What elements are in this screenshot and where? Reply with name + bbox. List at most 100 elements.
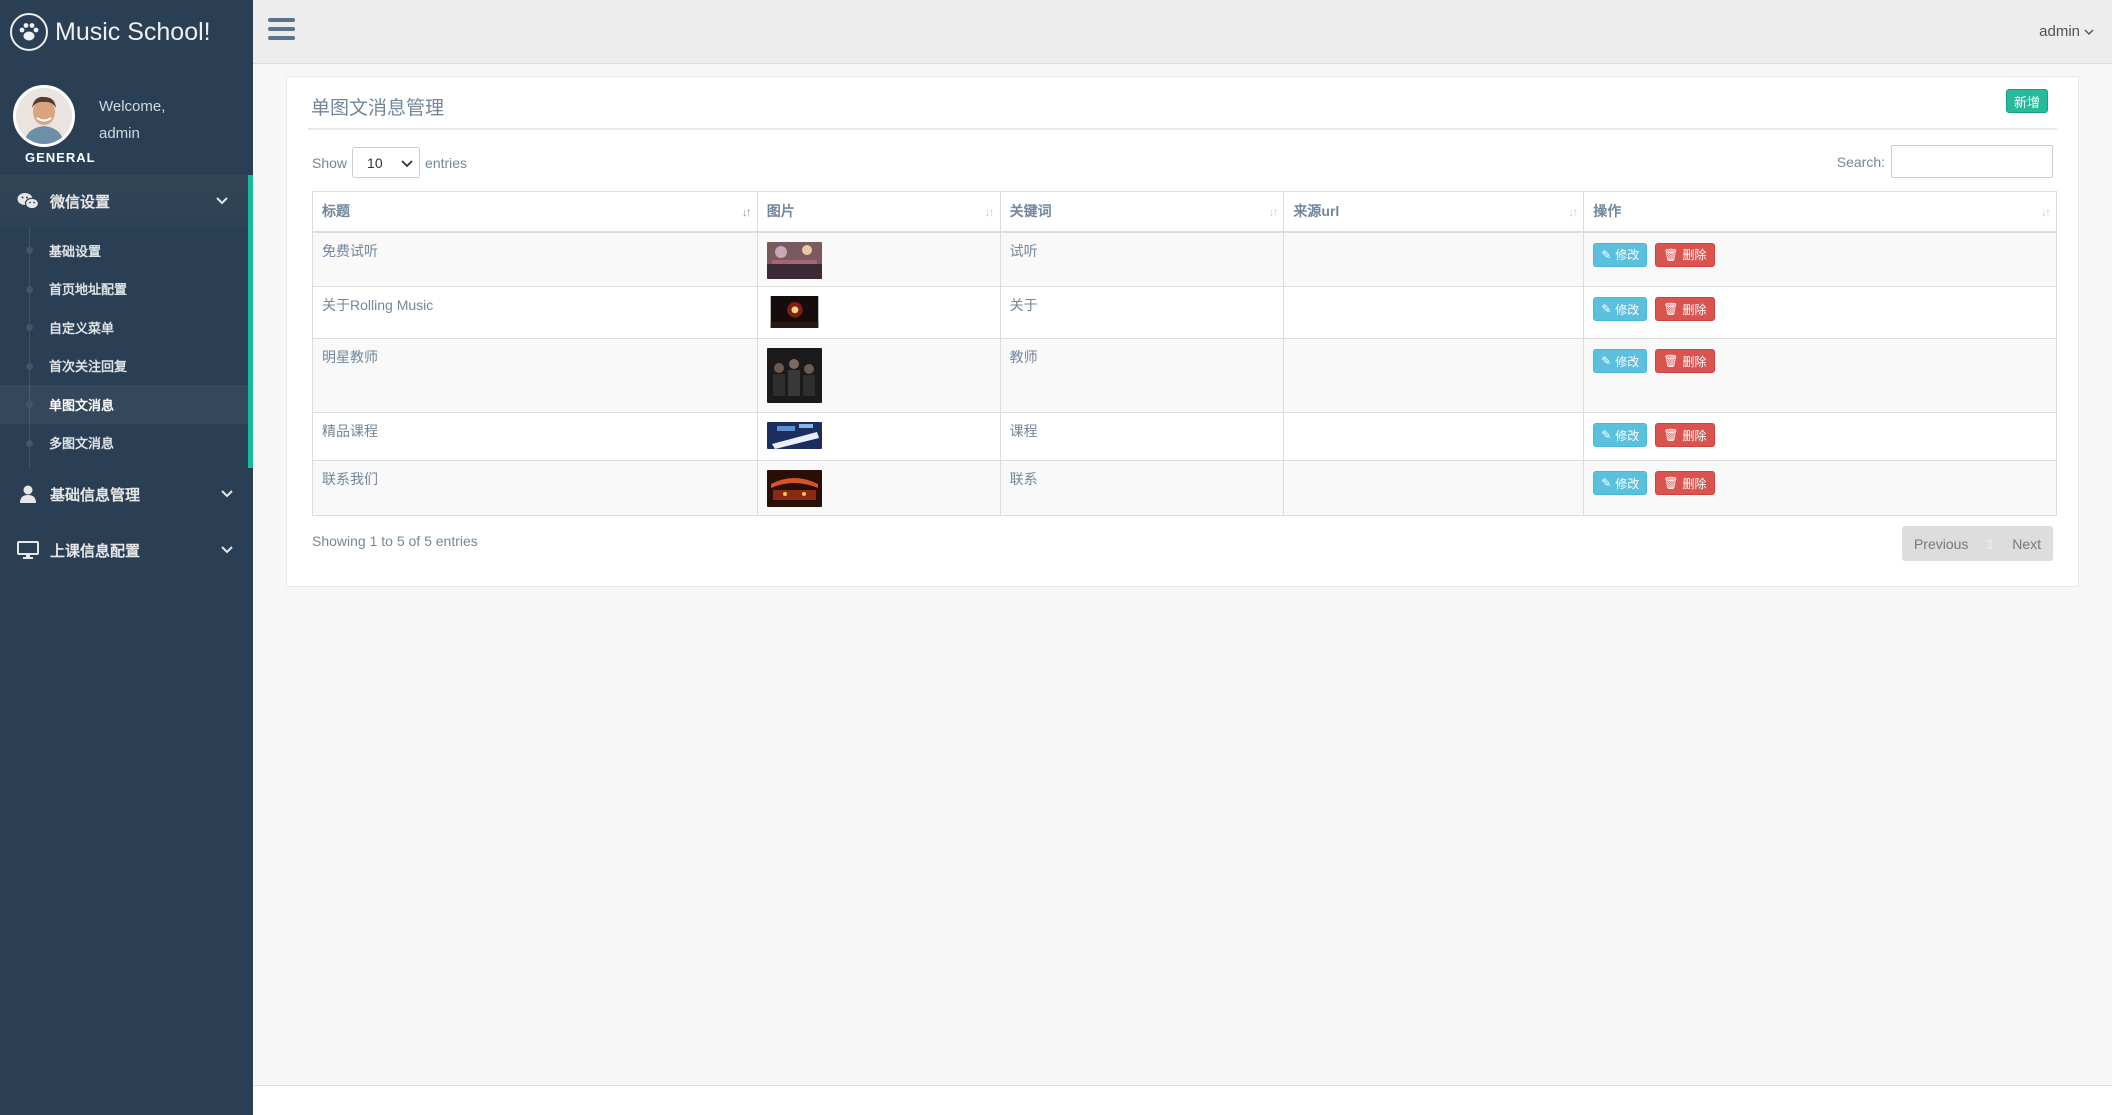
section-label: GENERAL xyxy=(25,150,96,165)
cell-image xyxy=(756,231,1001,287)
page-length-select[interactable]: 10 xyxy=(352,147,421,178)
search-input[interactable] xyxy=(1891,145,2053,178)
cell-url xyxy=(1283,231,1585,287)
chevron-down-icon xyxy=(221,486,233,503)
sort-icon: ↓↑ xyxy=(1268,205,1278,219)
trash-icon: 🗑 xyxy=(1663,476,1679,490)
sidebar-item-label: 首页地址配置 xyxy=(49,282,128,298)
sidebar-menu-label: 基础信息管理 xyxy=(50,486,141,504)
chevron-down-icon xyxy=(221,542,233,559)
cell-url xyxy=(1283,286,1585,339)
sidebar-menu: 微信设置 基础设置 首页地址配置 自定义菜单 首次关注回复 单图文消息 多图文消… xyxy=(0,175,253,576)
sidebar-item-multi-news[interactable]: 多图文消息 xyxy=(0,424,248,463)
bullet-icon xyxy=(26,401,33,408)
edit-button[interactable]: ✎ 修改 xyxy=(1593,423,1648,447)
next-button[interactable]: Next xyxy=(2000,526,2053,561)
sidebar-menu-basic-info[interactable]: 基础信息管理 xyxy=(0,468,253,520)
brand-title: Music School! xyxy=(55,17,211,46)
bullet-icon xyxy=(26,439,33,447)
sidebar-item-first-follow-reply[interactable]: 首次关注回复 xyxy=(0,347,248,386)
cell-image xyxy=(756,412,1001,461)
table-row: 免费试听 试听 ✎ 修改 🗑 删除 xyxy=(312,231,2057,287)
delete-button[interactable]: 🗑 删除 xyxy=(1655,471,1715,495)
hamburger-icon[interactable] xyxy=(268,18,295,46)
cell-url xyxy=(1283,460,1585,516)
chevron-down-icon xyxy=(401,155,413,171)
add-button[interactable]: 新增 xyxy=(2005,89,2048,113)
sidebar-item-single-news[interactable]: 单图文消息 xyxy=(0,385,248,424)
cell-keyword: 课程 xyxy=(999,412,1285,461)
table-row: 联系我们 联系 ✎ 修改 🗑 删除 xyxy=(312,460,2057,516)
user-menu[interactable]: admin xyxy=(2039,23,2094,40)
search-control: Search: xyxy=(1837,145,2053,178)
cell-actions: ✎ 修改 🗑 删除 xyxy=(1583,338,2057,413)
cell-keyword: 教师 xyxy=(999,338,1285,413)
cell-url xyxy=(1283,412,1585,461)
title-divider xyxy=(308,128,2057,130)
edit-button[interactable]: ✎ 修改 xyxy=(1593,349,1648,373)
piano-keys-thumbnail xyxy=(766,422,822,449)
trash-icon: 🗑 xyxy=(1663,302,1679,316)
pagination: Previous 1 Next xyxy=(1901,526,2053,561)
brand[interactable]: Music School! xyxy=(0,0,253,64)
page-1-button[interactable]: 1 xyxy=(1980,526,2000,561)
column-header-actions[interactable]: 操作 ↓↑ xyxy=(1583,191,2057,233)
cell-keyword: 关于 xyxy=(999,286,1285,339)
column-header-image[interactable]: 图片 ↓↑ xyxy=(756,191,1001,233)
welcome-text: Welcome, xyxy=(99,98,166,115)
sidebar-item-custom-menu[interactable]: 自定义菜单 xyxy=(0,308,248,347)
cell-keyword: 试听 xyxy=(999,231,1285,287)
trash-icon: 🗑 xyxy=(1663,428,1679,442)
welcome-block: Welcome, admin xyxy=(99,93,165,147)
content-panel: 单图文消息管理 新增 Show 10 entries Search: 标题 ↓↑ … xyxy=(286,76,2079,587)
delete-button[interactable]: 🗑 删除 xyxy=(1655,349,1715,373)
wechat-icon xyxy=(16,191,40,211)
column-header-url[interactable]: 来源url ↓↑ xyxy=(1283,191,1585,233)
cell-keyword: 联系 xyxy=(999,460,1285,516)
sidebar-item-label: 基础设置 xyxy=(49,243,102,259)
column-header-keyword[interactable]: 关键词 ↓↑ xyxy=(999,191,1285,233)
cell-image xyxy=(756,286,1001,339)
show-label: Show xyxy=(312,154,348,171)
profile: Welcome, admin xyxy=(0,64,253,164)
sort-icon: ↓↑ xyxy=(1568,205,1578,219)
cell-title: 联系我们 xyxy=(312,460,758,516)
bullet-icon xyxy=(26,324,33,331)
sidebar-item-label: 首次关注回复 xyxy=(49,359,128,375)
trash-icon: 🗑 xyxy=(1663,247,1679,262)
sidebar-item-basic-settings[interactable]: 基础设置 xyxy=(0,231,248,270)
top-nav: admin xyxy=(253,0,2112,64)
sidebar-item-home-url[interactable]: 首页地址配置 xyxy=(0,270,248,309)
sidebar-menu-wechat[interactable]: 微信设置 xyxy=(0,175,253,227)
table-info: Showing 1 to 5 of 5 entries xyxy=(312,533,478,549)
page-length-value: 10 xyxy=(367,154,383,171)
delete-button[interactable]: 🗑 删除 xyxy=(1655,242,1715,267)
bullet-icon xyxy=(26,362,33,370)
desktop-icon xyxy=(16,540,40,560)
delete-button[interactable]: 🗑 删除 xyxy=(1655,297,1715,321)
previous-button[interactable]: Previous xyxy=(1902,526,1980,561)
cell-actions: ✎ 修改 🗑 删除 xyxy=(1583,460,2057,516)
edit-button[interactable]: ✎ 修改 xyxy=(1593,242,1648,267)
cell-actions: ✎ 修改 🗑 删除 xyxy=(1583,412,2057,461)
delete-button[interactable]: 🗑 删除 xyxy=(1655,423,1715,447)
edit-button[interactable]: ✎ 修改 xyxy=(1593,297,1648,321)
pencil-icon: ✎ xyxy=(1601,354,1612,368)
cell-title: 精品课程 xyxy=(312,412,758,461)
pencil-icon: ✎ xyxy=(1601,428,1612,442)
table-row: 关于Rolling Music 关于 ✎ 修改 🗑 删除 xyxy=(312,286,2057,339)
sidebar: Music School! Welcome, admin GENERAL 微信设… xyxy=(0,0,253,1115)
cell-actions: ✎ 修改 🗑 删除 xyxy=(1583,286,2057,339)
paw-icon xyxy=(10,13,48,51)
user-menu-name: admin xyxy=(2039,23,2080,40)
sidebar-item-label: 多图文消息 xyxy=(49,436,115,452)
edit-button[interactable]: ✎ 修改 xyxy=(1593,471,1648,495)
trash-icon: 🗑 xyxy=(1663,354,1679,368)
page-title: 单图文消息管理 xyxy=(311,98,445,119)
news-table: 标题 ↓↑ 图片 ↓↑ 关键词 ↓↑ 来源url ↓↑ 操作 ↓↑ 免费试听 试听 ✎ 修改… xyxy=(312,191,2057,516)
concert-crowd-thumbnail xyxy=(766,241,822,279)
sidebar-menu-class-info[interactable]: 上课信息配置 xyxy=(0,524,253,576)
welcome-username: admin xyxy=(99,125,140,142)
column-header-title[interactable]: 标题 ↓↑ xyxy=(312,191,758,233)
sidebar-item-label: 单图文消息 xyxy=(49,397,115,413)
